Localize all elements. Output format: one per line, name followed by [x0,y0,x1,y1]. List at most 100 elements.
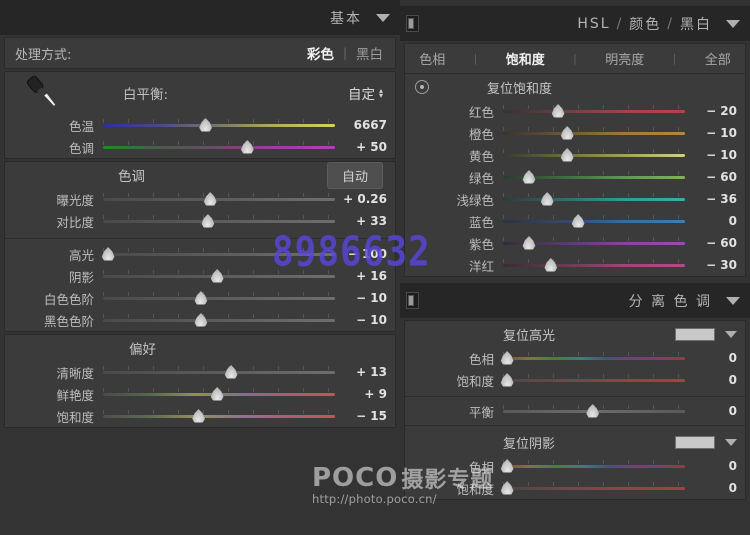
slider-track[interactable] [503,479,685,497]
slider-bar [503,465,685,468]
split-toning-title: 分 离 色 调 [629,291,712,311]
balance-sliders: 平衡0 [405,400,745,422]
slider-track[interactable] [503,349,685,367]
slider-value: + 13 [335,365,387,379]
slider-ticks [103,366,335,370]
slider-row: 色相0 [405,347,745,369]
slider-track[interactable] [503,124,685,142]
treatment-label: 处理方式: [15,44,71,63]
slider-ticks [503,105,685,109]
panel-switch-icon[interactable] [406,15,419,32]
tone-block: 色调 自动 曝光度+ 0.26对比度+ 33 高光− 100阴影+ 16白色色阶… [4,161,396,332]
slider-track[interactable] [503,234,685,252]
slider-bar [503,379,685,382]
chevron-down-icon[interactable] [376,14,390,22]
treatment-color-option[interactable]: 彩色 [307,43,334,63]
chevron-down-icon[interactable] [726,20,740,28]
slider-ticks [503,460,685,464]
slider-bar [103,253,335,256]
slider-track[interactable] [103,385,335,403]
slider-track[interactable] [103,407,335,425]
slider-label: 曝光度 [13,190,103,209]
slider-label: 色相 [413,349,503,368]
treatment-separator: | [343,46,347,60]
chevron-down-icon[interactable] [726,297,740,305]
white-balance-preset-select[interactable]: 自定 ▴▾ [348,83,383,103]
slider-track[interactable] [103,116,335,134]
basic-panel-title: 基本 [330,8,362,28]
slider-bar [503,154,685,157]
slider-bar [103,371,335,374]
slider-track[interactable] [503,402,685,420]
slider-row: 色相0 [405,455,745,477]
shadows-reset-label[interactable]: 复位阴影 [503,433,555,452]
slider-track[interactable] [103,363,335,381]
slider-row: 清晰度+ 13 [5,361,395,383]
slider-track[interactable] [103,289,335,307]
slider-label: 浅绿色 [413,190,503,209]
slider-track[interactable] [503,190,685,208]
hsl-tab-bar: 色相|饱和度|明亮度|全部 [405,44,745,74]
eyedropper-icon[interactable] [13,73,65,113]
treatment-block: 处理方式: 彩色 | 黑白 [4,37,396,69]
slider-bar [103,124,335,127]
hsl-reset-label[interactable]: 复位饱和度 [487,78,552,97]
slider-ticks [103,215,335,219]
slider-value: + 9 [335,387,387,401]
shadows-color-swatch[interactable] [675,436,715,449]
split-toning-header[interactable]: 分 离 色 调 [400,283,750,318]
white-balance-preset-value: 自定 [348,83,375,103]
hsl-title-separator-2: / [667,16,674,32]
slider-ticks [103,248,335,252]
slider-value: + 16 [335,269,387,283]
white-balance-row: 白平衡: 自定 ▴▾ [5,72,395,114]
slider-track[interactable] [503,371,685,389]
hsl-tab-3[interactable]: 全部 [703,49,733,68]
chevron-down-icon[interactable] [725,331,737,338]
slider-bar [103,198,335,201]
slider-value: + 33 [335,214,387,228]
slider-bar [103,220,335,223]
slider-ticks [103,119,335,123]
slider-value: + 50 [335,140,387,154]
basic-panel-header[interactable]: 基本 [0,0,400,35]
treatment-bw-option[interactable]: 黑白 [356,43,383,63]
hsl-tab-1[interactable]: 饱和度 [504,49,547,68]
highlights-color-swatch[interactable] [675,328,715,341]
slider-label: 对比度 [13,212,103,231]
hsl-tab-0[interactable]: 色相 [417,49,447,68]
hsl-panel-header[interactable]: HSL / 颜色 / 黑白 [400,6,750,41]
slider-label: 饱和度 [413,479,503,498]
slider-track[interactable] [503,102,685,120]
slider-track[interactable] [503,212,685,230]
slider-track[interactable] [103,311,335,329]
slider-track[interactable] [103,190,335,208]
slider-track[interactable] [503,146,685,164]
chevron-down-icon[interactable] [725,439,737,446]
stepper-arrows-icon[interactable]: ▴▾ [379,88,383,98]
slider-value: − 30 [685,258,737,272]
panel-switch-icon[interactable] [406,292,419,309]
white-balance-block: 白平衡: 自定 ▴▾ 色温6667色调+ 50 [4,71,396,159]
slider-label: 阴影 [13,267,103,286]
hsl-tab-2[interactable]: 明亮度 [603,49,646,68]
slider-row: 饱和度0 [405,369,745,391]
slider-label: 黄色 [413,146,503,165]
slider-row: 绿色− 60 [405,166,745,188]
presence-block: 偏好 清晰度+ 13鲜艳度+ 9饱和度− 15 [4,334,396,428]
auto-tone-button[interactable]: 自动 [327,162,383,189]
highlights-reset-label[interactable]: 复位高光 [503,325,555,344]
slider-value: 0 [685,404,737,418]
slider-track[interactable] [103,138,335,156]
target-adjust-icon[interactable] [415,80,429,94]
slider-row: 蓝色0 [405,210,745,232]
slider-track[interactable] [503,168,685,186]
slider-track[interactable] [103,267,335,285]
slider-track[interactable] [103,245,335,263]
tone-title: 色调 [118,165,145,185]
slider-track[interactable] [503,457,685,475]
slider-bar [103,415,335,418]
hsl-tab-separator: | [472,52,480,65]
slider-track[interactable] [103,212,335,230]
slider-track[interactable] [503,256,685,274]
